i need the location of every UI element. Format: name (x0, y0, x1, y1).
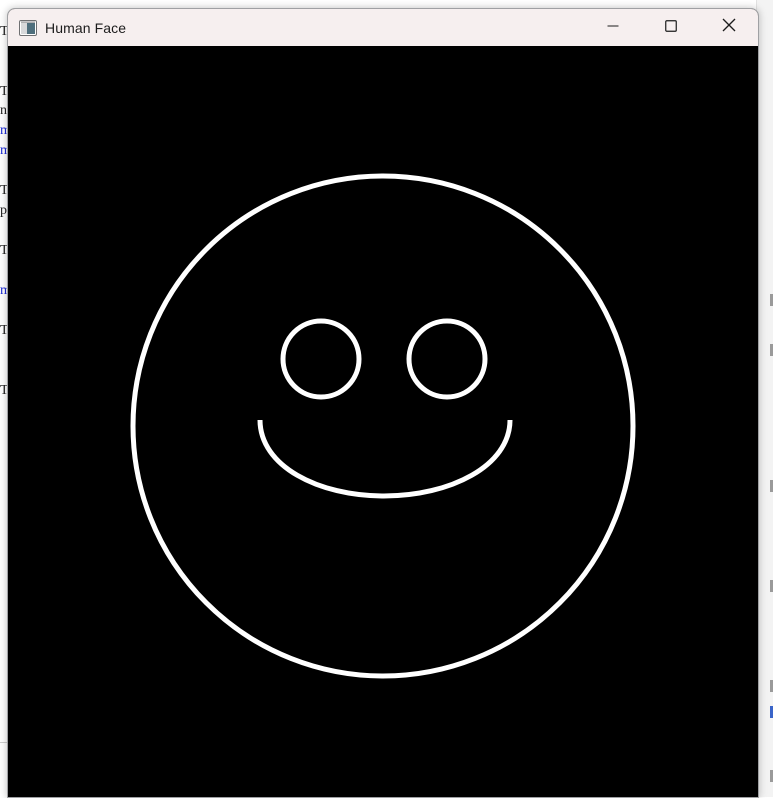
right-eye (406, 318, 488, 400)
smiley-face-drawing (130, 173, 636, 679)
smile-mouth (257, 419, 513, 499)
window-title: Human Face (45, 19, 127, 36)
face-outline (130, 173, 636, 679)
app-window-icon (19, 19, 37, 36)
left-eye (280, 318, 362, 400)
minimize-icon (607, 19, 619, 37)
maximize-icon (665, 19, 677, 37)
human-face-window: Human Face (7, 8, 759, 798)
maximize-button[interactable] (642, 9, 700, 46)
close-icon (722, 18, 736, 37)
close-button[interactable] (700, 9, 758, 46)
drawing-canvas (8, 46, 758, 797)
window-titlebar[interactable]: Human Face (8, 9, 758, 46)
minimize-button[interactable] (584, 9, 642, 46)
